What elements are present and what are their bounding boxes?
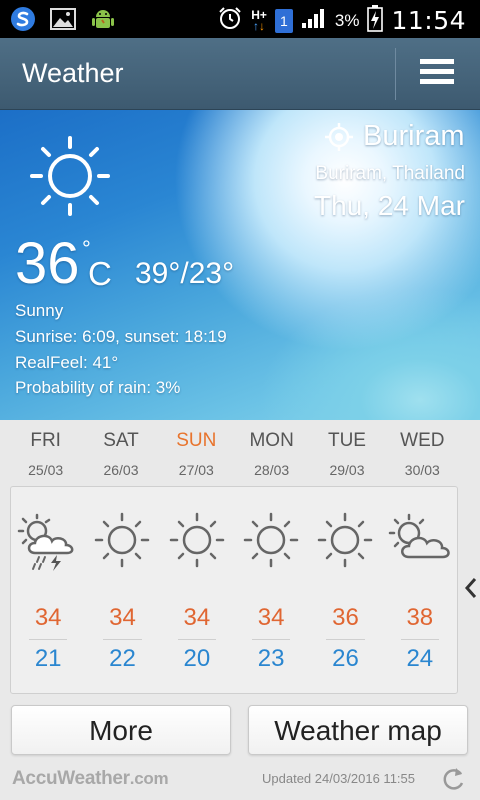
forecast-column[interactable]: 34 23: [234, 487, 308, 693]
more-button[interactable]: More: [11, 705, 231, 755]
forecast-column[interactable]: 34 20: [160, 487, 234, 693]
high-temp: 34: [183, 604, 211, 631]
day-date: 28/03: [254, 462, 290, 478]
city-name[interactable]: Buriram: [363, 120, 465, 153]
chevron-left-icon[interactable]: [462, 576, 480, 600]
divider: [326, 639, 365, 640]
forecast-column[interactable]: 36 26: [308, 487, 382, 693]
high-temp: 34: [257, 604, 285, 631]
low-temp: 21: [34, 645, 62, 672]
day-date: 26/03: [103, 462, 139, 478]
realfeel: RealFeel: 41°: [15, 353, 119, 372]
forecast-column[interactable]: 38 24: [383, 487, 457, 693]
day-name: FRI: [30, 430, 61, 451]
updated-timestamp: Updated 24/03/2016 11:55: [262, 771, 416, 786]
brand-name: AccuWeather: [12, 768, 130, 789]
divider: [251, 639, 291, 640]
condition-text: Sunny: [15, 301, 64, 320]
forecast-column[interactable]: 34 21: [11, 487, 85, 693]
current-conditions[interactable]: Buriram Buriram, Thailand Thu, 24 Mar 36…: [0, 110, 480, 420]
refresh-icon[interactable]: [440, 765, 466, 798]
app-bar: Weather: [0, 38, 480, 110]
day-date: 30/03: [404, 462, 440, 478]
footer: AccuWeather.com Updated 24/03/2016 11:55: [0, 762, 480, 800]
low-temp: 22: [109, 645, 136, 672]
forecast-day: FRI 25/03: [8, 430, 83, 478]
gallery-icon: [50, 8, 76, 35]
signal-icon: [301, 7, 327, 34]
day-name: MON: [249, 430, 294, 451]
status-bar: H+ ↑↓ 1 3% 11:54: [0, 0, 480, 38]
low-temp: 20: [183, 645, 211, 672]
accuweather-logo[interactable]: AccuWeather.com: [12, 768, 169, 790]
hamburger-menu-icon[interactable]: [414, 54, 460, 94]
high-temp: 38: [406, 604, 434, 631]
battery-percent: 3%: [334, 10, 360, 30]
high-low-temp: 39°/23°: [135, 257, 235, 290]
current-date: Thu, 24 Mar: [314, 190, 465, 221]
divider: [29, 639, 68, 640]
forecast-day: SUN 27/03: [159, 430, 234, 478]
day-date: 29/03: [329, 462, 365, 478]
app-title: Weather: [22, 58, 124, 88]
sim-badge: 1: [274, 8, 293, 33]
weather-map-button[interactable]: Weather map: [248, 705, 468, 755]
low-temp: 24: [406, 645, 434, 672]
location-icon[interactable]: [324, 122, 354, 157]
high-temp: 34: [109, 604, 136, 631]
temp-unit: C: [88, 255, 112, 292]
forecast-day: SAT 26/03: [83, 430, 158, 478]
android-icon: [90, 6, 116, 37]
forecast-panel[interactable]: 34 21 34 22 34 20 34 23 36 26 38 24: [10, 486, 458, 694]
sun-icon: [28, 134, 112, 223]
low-temp: 23: [257, 645, 285, 672]
region-name: Buriram, Thailand: [315, 163, 465, 184]
current-temp: 36: [15, 231, 80, 296]
divider: [395, 48, 396, 100]
sunrise-sunset: Sunrise: 6:09, sunset: 18:19: [15, 327, 227, 346]
low-temp: 26: [332, 645, 359, 672]
brand-suffix: .com: [129, 769, 169, 788]
day-name: SUN: [176, 430, 217, 451]
divider: [400, 639, 439, 640]
high-temp: 34: [34, 604, 62, 631]
high-temp: 36: [332, 604, 359, 631]
network-type: H+ ↑↓: [251, 7, 267, 33]
battery-charging-icon: [367, 4, 384, 37]
rain-probability: Probability of rain: 3%: [15, 378, 181, 397]
divider: [177, 639, 216, 640]
day-date: 25/03: [28, 462, 64, 478]
day-date: 27/03: [178, 462, 214, 478]
forecast-day: MON 28/03: [234, 430, 309, 478]
forecast-day: TUE 29/03: [309, 430, 384, 478]
clock: 11:54: [391, 6, 466, 35]
forecast-day: WED 30/03: [385, 430, 460, 478]
alarm-icon: [217, 5, 243, 36]
day-name: TUE: [327, 430, 366, 451]
forecast-column[interactable]: 34 22: [85, 487, 159, 693]
s-app-icon: [10, 6, 36, 37]
divider: [103, 639, 142, 640]
day-name: WED: [400, 430, 445, 451]
forecast-days: FRI 25/03 SAT 26/03 SUN 27/03 MON 28/03 TUE 2…: [8, 430, 460, 478]
day-name: SAT: [103, 430, 139, 451]
